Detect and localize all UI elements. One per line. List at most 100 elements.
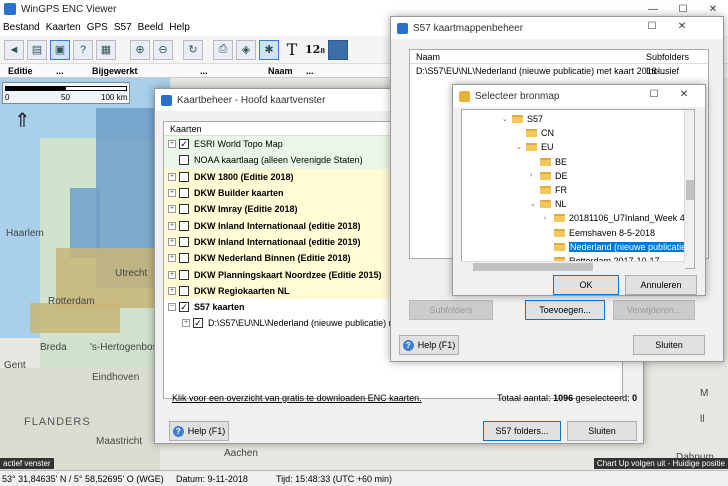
- zoom-out-icon[interactable]: ⊖: [153, 39, 173, 60]
- chart-checkbox[interactable]: [179, 285, 189, 296]
- kaartbeheer-help-button[interactable]: ? Help (F1): [169, 421, 229, 441]
- chart-checkbox[interactable]: ✓: [179, 139, 189, 150]
- chart-list-icon[interactable]: ▤: [27, 39, 47, 60]
- folder-tree-label: Eemshaven 8-5-2018: [569, 227, 656, 238]
- folder-tree-label: EU: [541, 142, 554, 153]
- label-rotterdam: Rotterdam: [48, 296, 95, 307]
- folder-tree-node[interactable]: › 20181106_U7Inland_Week 45_NL: [544, 211, 694, 225]
- expand-toggle-icon[interactable]: +: [168, 205, 176, 214]
- chart-tree-label: D:\S57\EU\NL\Nederland (nieuwe publicati…: [208, 318, 416, 329]
- expand-toggle-icon[interactable]: +: [168, 172, 176, 181]
- chart-up-badge: Chart Up volgen uit - Huidige positie: [593, 458, 728, 469]
- folder-icon: [526, 143, 537, 152]
- tree-expand-icon[interactable]: ›: [530, 172, 536, 179]
- s57-help-button[interactable]: ? Help (F1): [399, 335, 459, 355]
- chart-coverage-tan-2: [30, 303, 120, 333]
- s57-folders-button[interactable]: S57 folders...: [483, 421, 561, 441]
- chart-tree-label: DKW Inland Internationaal (editie 2019): [194, 236, 361, 247]
- download-enc-link[interactable]: Klik voor een overzicht van gratis te do…: [172, 393, 422, 403]
- expand-toggle-icon[interactable]: −: [168, 303, 176, 312]
- cancel-button[interactable]: Annuleren: [625, 275, 697, 295]
- chart-checkbox[interactable]: [179, 269, 189, 280]
- chart-checkbox[interactable]: ✓: [179, 302, 189, 313]
- ok-button[interactable]: OK: [553, 275, 619, 295]
- label-ll: ll: [700, 414, 705, 425]
- expand-toggle-icon[interactable]: +: [168, 270, 176, 279]
- tree-expand-icon[interactable]: ›: [544, 215, 550, 222]
- expand-toggle-icon[interactable]: +: [182, 319, 190, 328]
- menu-kaarten[interactable]: Kaarten: [43, 22, 84, 33]
- kaartbeheer-close-button[interactable]: Sluiten: [567, 421, 637, 441]
- folder-tree-node[interactable]: ⌄ S57: [502, 112, 543, 126]
- chart-checkbox[interactable]: [179, 155, 189, 166]
- col-naam[interactable]: Naam: [268, 66, 293, 76]
- refresh-icon[interactable]: ↻: [183, 39, 203, 60]
- bronmap-maximize-button[interactable]: ☐: [639, 85, 669, 103]
- tree-expand-icon[interactable]: ⌄: [502, 115, 508, 123]
- s57-icon[interactable]: ✱: [259, 39, 279, 60]
- folder-tree-node[interactable]: CN: [516, 126, 554, 140]
- s57-col-name[interactable]: Naam: [416, 52, 440, 62]
- layers-icon[interactable]: ◈: [236, 39, 256, 60]
- menu-help[interactable]: Help: [166, 22, 193, 33]
- folder-tree[interactable]: ⌄ S57 CN ⌄ EU BE › DE FR ⌄ NL › 20181106_U7Inland_We…: [461, 109, 695, 269]
- folder-tree-node[interactable]: BE: [530, 155, 567, 169]
- menu-bestand[interactable]: Bestand: [0, 22, 43, 33]
- expand-toggle-icon[interactable]: +: [168, 221, 176, 230]
- chart-checkbox[interactable]: [179, 204, 189, 215]
- folder-tree-node[interactable]: Eemshaven 8-5-2018: [544, 226, 655, 240]
- chart-checkbox[interactable]: [179, 253, 189, 264]
- s57-close-dialog-button[interactable]: Sluiten: [633, 335, 705, 355]
- col-bijgewerkt[interactable]: Bijgewerkt: [92, 66, 138, 76]
- subfolders-button[interactable]: Subfolders: [409, 300, 493, 320]
- chart-checkbox[interactable]: [179, 236, 189, 247]
- tree-vertical-scrollbar[interactable]: [684, 110, 694, 268]
- menu-gps[interactable]: GPS: [84, 22, 111, 33]
- s57-col-sub[interactable]: Subfolders: [646, 52, 689, 62]
- s57-close-button[interactable]: ✕: [667, 17, 697, 35]
- col-naam-more[interactable]: ...: [306, 66, 314, 76]
- expand-toggle-icon[interactable]: +: [168, 237, 176, 246]
- tree-horizontal-scrollbar[interactable]: [461, 261, 685, 271]
- print-icon[interactable]: ⎙: [213, 39, 233, 60]
- chart-select-icon[interactable]: ▣: [50, 39, 70, 60]
- label-maastricht: Maastricht: [96, 436, 143, 447]
- folder-tree-node[interactable]: › DE: [530, 169, 568, 183]
- text-icon[interactable]: T: [282, 40, 302, 60]
- tree-expand-icon[interactable]: ⌄: [530, 200, 536, 208]
- expand-toggle-icon[interactable]: +: [168, 140, 176, 149]
- grid-icon[interactable]: ▦: [96, 39, 116, 60]
- depth-icon[interactable]: 12₈: [305, 40, 325, 60]
- zoom-in-icon[interactable]: ⊕: [130, 39, 150, 60]
- col-bijgewerkt-more[interactable]: ...: [200, 66, 208, 76]
- add-folder-button[interactable]: Toevoegen...: [525, 300, 605, 320]
- folder-tree-node[interactable]: ⌄ NL: [530, 197, 567, 211]
- expand-toggle-icon[interactable]: +: [168, 254, 176, 263]
- chart-tree-label: NOAA kaartlaag (alleen Verenigde Staten): [194, 155, 363, 166]
- chart-checkbox[interactable]: [179, 188, 189, 199]
- tree-expand-icon[interactable]: ⌄: [516, 143, 522, 151]
- bronmap-title: Selecteer bronmap: [475, 90, 560, 102]
- bronmap-close-button[interactable]: ✕: [669, 85, 699, 103]
- s57-window-controls: ☐ ✕: [637, 17, 697, 35]
- remove-folder-button[interactable]: Verwijderen...: [613, 300, 695, 320]
- folder-tree-node[interactable]: FR: [530, 183, 567, 197]
- chart-checkbox[interactable]: [179, 171, 189, 182]
- expand-toggle-icon[interactable]: +: [168, 286, 176, 295]
- expand-toggle-icon[interactable]: +: [168, 189, 176, 198]
- chart-checkbox[interactable]: ✓: [193, 318, 203, 329]
- s57-folder-row[interactable]: D:\S57\EU\NL\Nederland (nieuwe publicati…: [410, 64, 708, 78]
- menu-s57[interactable]: S57: [111, 22, 135, 33]
- folder-tree-label: NL: [555, 199, 567, 210]
- folder-tree-node[interactable]: Nederland (nieuwe publicatie) met: [544, 240, 694, 254]
- col-editie[interactable]: Editie: [8, 66, 33, 76]
- column-header: Editie ... Bijgewerkt ... Naam ...: [0, 64, 390, 78]
- back-icon[interactable]: ◄: [4, 39, 24, 60]
- help-icon[interactable]: ?: [73, 39, 93, 60]
- chart-checkbox[interactable]: [179, 220, 189, 231]
- s57-maximize-button[interactable]: ☐: [637, 17, 667, 35]
- menu-beeld[interactable]: Beeld: [135, 22, 167, 33]
- col-editie-more[interactable]: ...: [56, 66, 64, 76]
- folder-tree-node[interactable]: ⌄ EU: [516, 140, 554, 154]
- color-square-icon[interactable]: [328, 39, 348, 60]
